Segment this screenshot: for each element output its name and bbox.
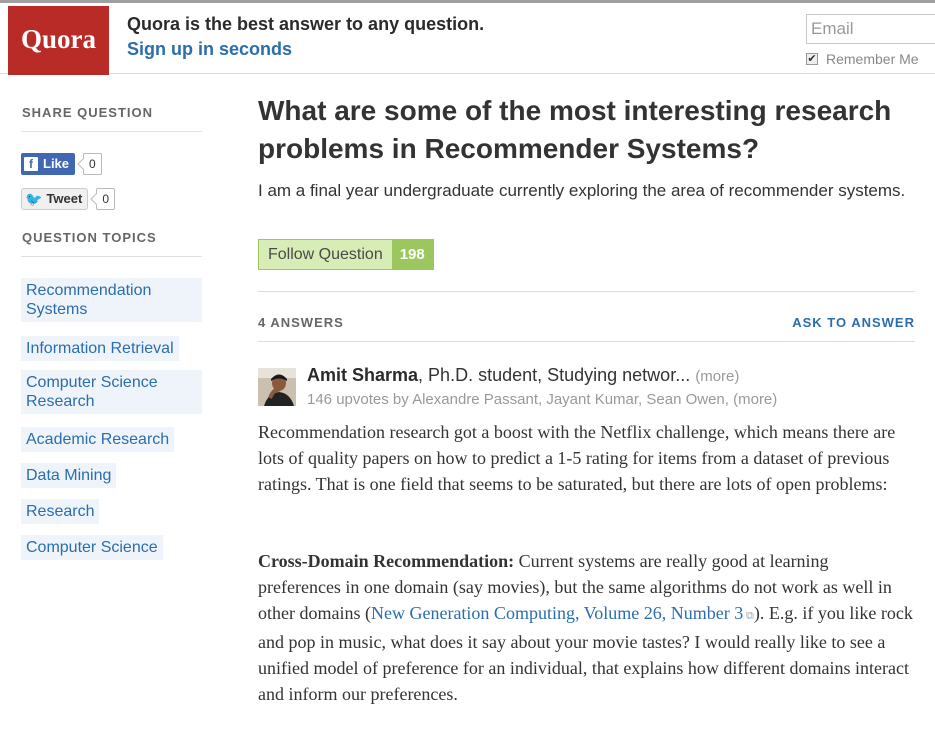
answer-upvotes: 146 upvotes by Alexandre Passant, Jayant…	[307, 391, 777, 408]
answer-paragraph-2: Cross-Domain Recommendation: Current sys…	[258, 548, 915, 707]
answer-paragraph-1: Recommendation research got a boost with…	[258, 422, 896, 494]
remember-me-checkbox[interactable]: ✔	[806, 53, 818, 65]
share-question-heading: SHARE QUESTION	[22, 105, 154, 120]
topic-research[interactable]: Research	[21, 499, 100, 524]
author-credential: , Ph.D. student, Studying networ...	[418, 365, 691, 385]
quora-logo[interactable]: Quora	[8, 6, 109, 75]
sidebar-divider	[21, 131, 202, 132]
sidebar-divider	[21, 256, 202, 257]
topic-recommendation-systems[interactable]: Recommendation Systems	[21, 278, 202, 322]
like-button-label: Like	[43, 156, 70, 171]
citation-link[interactable]: New Generation Computing, Volume 26, Num…	[371, 603, 743, 623]
facebook-icon: f	[24, 157, 38, 171]
topic-data-mining[interactable]: Data Mining	[21, 463, 117, 488]
header-tagline: Quora is the best answer to any question…	[127, 14, 485, 34]
section-divider	[258, 291, 915, 292]
remember-me-label: Remember Me	[826, 51, 919, 67]
question-details: I am a final year undergraduate currentl…	[258, 181, 906, 200]
section-divider	[258, 341, 915, 342]
question-title: What are some of the most interesting re…	[258, 95, 892, 164]
signup-link[interactable]: Sign up in seconds	[127, 39, 292, 60]
follow-count-badge: 198	[391, 240, 433, 269]
author-avatar[interactable]	[258, 368, 296, 406]
email-input[interactable]	[806, 14, 935, 44]
author-name-link[interactable]: Amit Sharma	[307, 365, 418, 385]
external-link-icon: ⧉	[743, 610, 754, 622]
author-photo-icon	[258, 368, 296, 406]
like-count: 0	[83, 153, 102, 175]
facebook-like: f Like 0	[21, 153, 102, 175]
site-header: Quora Quora is the best answer to any qu…	[0, 3, 935, 75]
topic-computer-science[interactable]: Computer Science	[21, 535, 163, 560]
follow-question-label: Follow Question	[259, 240, 392, 269]
answer-author-line: Amit Sharma, Ph.D. student, Studying net…	[307, 365, 739, 386]
upvotes-more-link[interactable]: (more)	[733, 391, 777, 408]
twitter-tweet: 🐦 Tweet 0	[21, 188, 116, 210]
question-topics-heading: QUESTION TOPICS	[22, 230, 157, 245]
topic-information-retrieval[interactable]: Information Retrieval	[21, 336, 179, 361]
paragraph-heading: Cross-Domain Recommendation:	[258, 551, 515, 571]
tweet-count: 0	[96, 188, 116, 210]
like-button[interactable]: f Like	[21, 153, 76, 175]
answers-count: 4 ANSWERS	[258, 315, 344, 330]
topic-academic-research[interactable]: Academic Research	[21, 427, 175, 452]
topic-computer-science-research[interactable]: Computer Science Research	[21, 370, 202, 414]
credential-more-link[interactable]: (more)	[695, 368, 739, 385]
remember-me[interactable]: ✔ Remember Me	[806, 51, 919, 67]
follow-question-button[interactable]: Follow Question 198	[258, 239, 434, 270]
tweet-button[interactable]: 🐦 Tweet	[21, 188, 89, 210]
ask-to-answer-link[interactable]: ASK TO ANSWER	[792, 315, 915, 330]
twitter-bird-icon: 🐦	[25, 191, 43, 207]
upvotes-text: 146 upvotes by Alexandre Passant, Jayant…	[307, 391, 729, 408]
tweet-button-label: Tweet	[46, 191, 83, 206]
